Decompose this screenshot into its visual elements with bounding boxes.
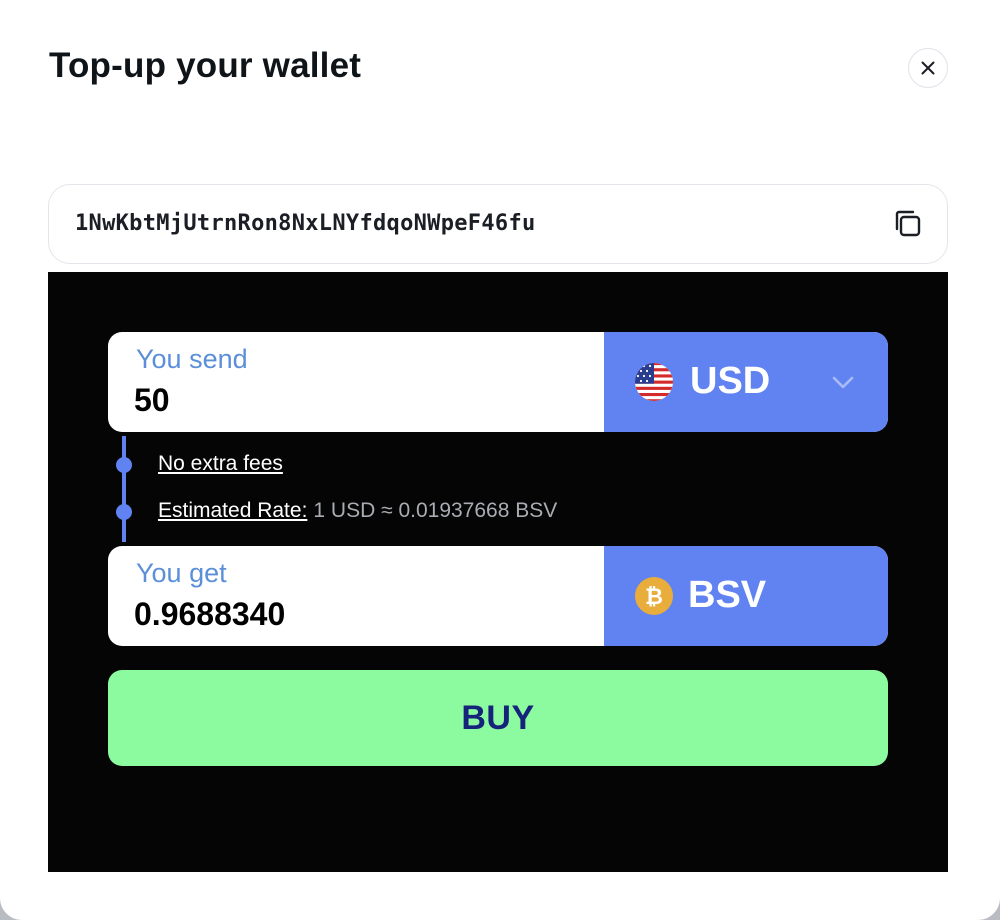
get-amount-input[interactable] [134,594,574,634]
send-currency-select[interactable]: USD [604,332,888,432]
close-button[interactable] [908,48,948,88]
wallet-address-field: 1NwKbtMjUtrnRon8NxLNYfdqoNWpeF46fu [48,184,948,264]
exchange-widget: You send 50 USD No extra fees Estimated … [48,272,948,872]
wallet-address[interactable]: 1NwKbtMjUtrnRon8NxLNYfdqoNWpeF46fu [75,211,536,236]
get-label: You get [136,558,227,588]
timeline-dot [116,457,132,473]
no-extra-fees-link[interactable]: No extra fees [158,452,283,476]
chevron-down-icon [832,376,854,389]
timeline-dot [116,504,132,520]
copy-icon [895,210,921,237]
timeline-line [122,436,126,542]
modal-title: Top-up your wallet [49,46,362,85]
get-currency-code: BSV [688,574,767,616]
get-field: You get ₿ BSV [108,546,888,646]
us-flag-icon [635,363,673,401]
send-amount-input[interactable] [134,380,574,420]
topup-modal: Top-up your wallet 1NwKbtMjUtrnRon8NxLNY… [0,0,1000,920]
copy-address-button[interactable] [891,207,925,241]
estimated-rate-link[interactable]: Estimated Rate: [158,499,307,522]
svg-text:₿: ₿ [645,585,663,610]
send-label: You send [136,344,248,374]
get-currency-select[interactable]: ₿ BSV [604,546,888,646]
buy-button[interactable]: BUY [108,670,888,766]
estimated-rate-value: 1 USD ≈ 0.01937668 BSV [313,499,558,522]
send-field: You send 50 USD [108,332,888,432]
estimated-rate: Estimated Rate: 1 USD ≈ 0.01937668 BSV [158,499,557,523]
bitcoin-icon: ₿ [635,577,673,615]
close-icon [921,61,935,75]
send-currency-code: USD [690,360,771,402]
